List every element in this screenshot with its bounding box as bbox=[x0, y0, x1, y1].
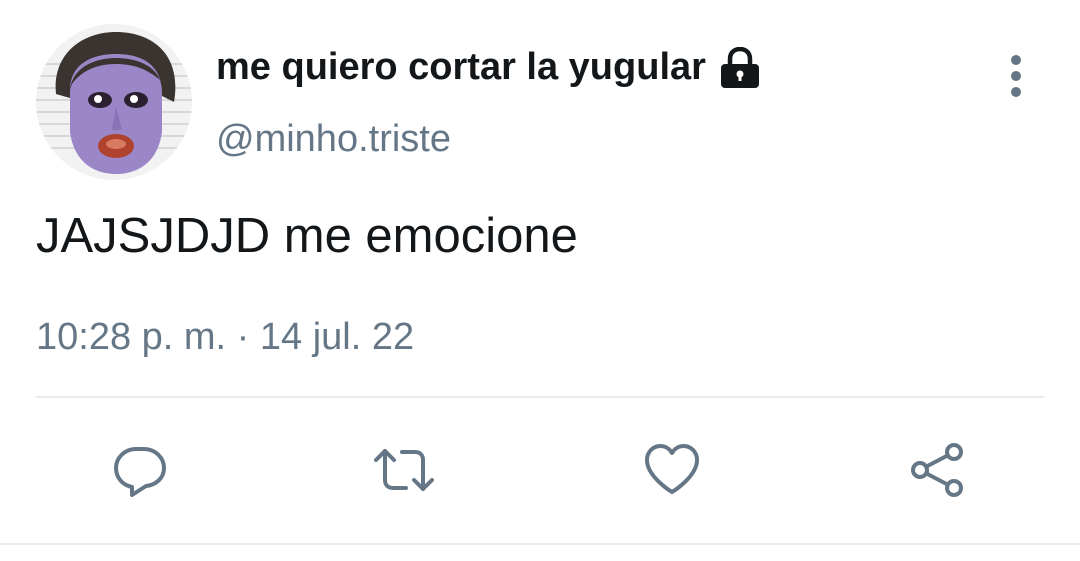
display-name[interactable]: me quiero cortar la yugular bbox=[216, 46, 762, 89]
tweet-text: JAJSJDJD me emocione bbox=[36, 209, 578, 263]
share-icon bbox=[911, 443, 963, 497]
reply-button[interactable] bbox=[108, 438, 172, 502]
share-button[interactable] bbox=[906, 438, 970, 502]
reply-icon bbox=[114, 447, 166, 497]
user-handle[interactable]: @minho.triste bbox=[216, 118, 451, 161]
more-vertical-icon[interactable] bbox=[996, 54, 1036, 98]
avatar-photo bbox=[36, 24, 192, 180]
display-name-text: me quiero cortar la yugular bbox=[216, 46, 706, 88]
retweet-icon bbox=[374, 449, 434, 491]
tweet-timestamp: 10:28 p. m. · 14 jul. 22 bbox=[36, 316, 415, 358]
lock-icon bbox=[718, 46, 762, 89]
heart-icon bbox=[645, 444, 699, 494]
bottom-divider bbox=[0, 543, 1080, 545]
avatar[interactable] bbox=[36, 24, 192, 180]
tweet-detail: me quiero cortar la yugular @minho.trist… bbox=[0, 0, 1080, 561]
retweet-button[interactable] bbox=[372, 438, 436, 502]
like-button[interactable] bbox=[640, 438, 704, 502]
divider bbox=[36, 396, 1044, 398]
